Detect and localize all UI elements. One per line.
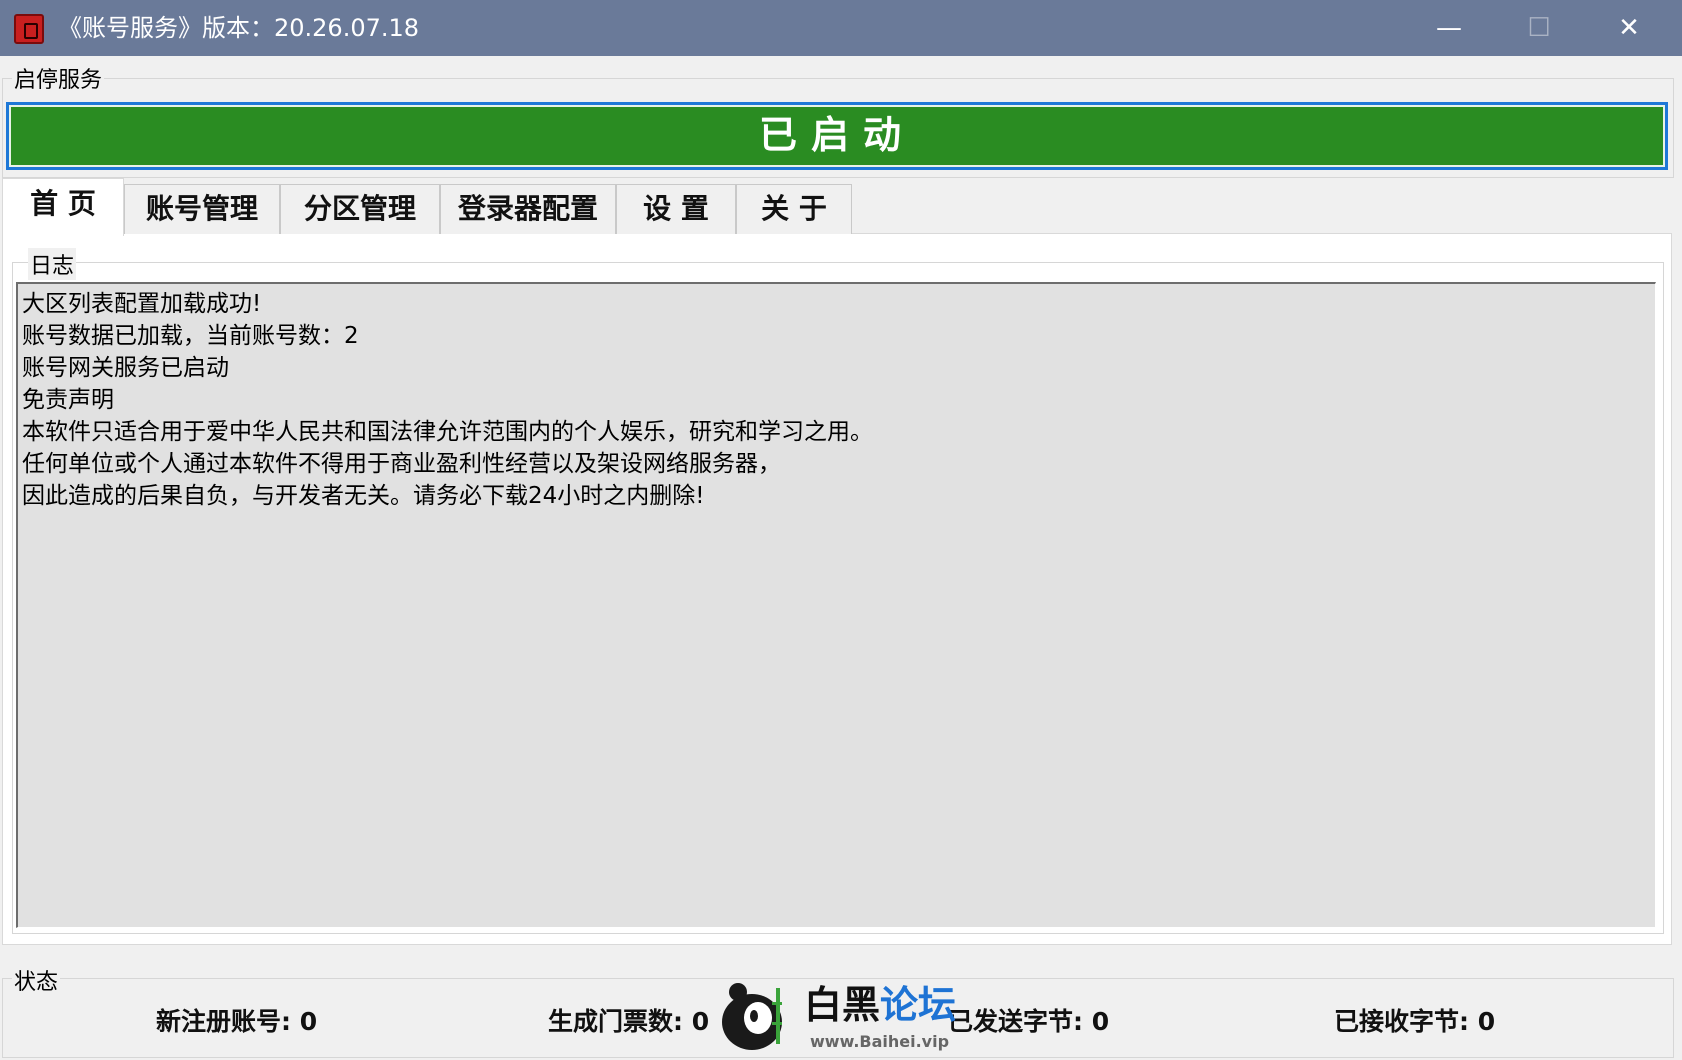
tab-launcher-config[interactable]: 登录器配置 — [440, 184, 616, 234]
tab-settings[interactable]: 设 置 — [616, 184, 736, 234]
log-line: 账号数据已加载，当前账号数：2 — [22, 323, 359, 349]
close-button[interactable]: ✕ — [1584, 0, 1674, 56]
log-line: 大区列表配置加载成功! — [22, 291, 262, 317]
watermark-title-black: 白黑 — [804, 983, 881, 1027]
log-line: 因此造成的后果自负，与开发者无关。请务必下载24小时之内删除! — [22, 483, 705, 509]
window-title: 《账号服务》版本：20.26.07.18 — [58, 14, 420, 42]
tab-account-management[interactable]: 账号管理 — [124, 184, 280, 234]
app-icon — [14, 14, 44, 44]
panda-logo-icon — [722, 983, 782, 1050]
new-accounts-count: 新注册账号: 0 — [156, 1007, 318, 1036]
title-bar: 《账号服务》版本：20.26.07.18 — ☐ ✕ — [0, 0, 1682, 56]
maximize-button[interactable]: ☐ — [1494, 0, 1584, 56]
bytes-received-count: 已接收字节: 0 — [1334, 1007, 1496, 1036]
tab-home[interactable]: 首 页 — [2, 178, 124, 236]
watermark-title-blue: 论坛 — [880, 983, 957, 1027]
status-group-label: 状态 — [12, 964, 61, 996]
log-line: 账号网关服务已启动 — [22, 355, 229, 381]
log-textarea[interactable]: 大区列表配置加载成功! 账号数据已加载，当前账号数：2 账号网关服务已启动 免责… — [16, 282, 1656, 928]
service-group-label: 启停服务 — [12, 62, 105, 94]
service-toggle-button[interactable]: 已启动 — [6, 102, 1668, 170]
log-line: 任何单位或个人通过本软件不得用于商业盈利性经营以及架设网络服务器， — [22, 451, 781, 477]
watermark-title: 白黑论坛 — [804, 974, 956, 1029]
log-group-label: 日志 — [28, 248, 77, 280]
tab-about[interactable]: 关 于 — [736, 184, 852, 234]
minimize-button[interactable]: — — [1404, 0, 1494, 56]
tab-zone-management[interactable]: 分区管理 — [280, 184, 440, 234]
tickets-count: 生成门票数: 0 — [548, 1007, 710, 1036]
log-line: 本软件只适合用于爱中华人民共和国法律允许范围内的个人娱乐，研究和学习之用。 — [22, 419, 873, 445]
forum-watermark: 白黑论坛 www.Baihei.vip — [718, 972, 978, 1058]
watermark-url: www.Baihei.vip — [810, 1032, 950, 1051]
log-line: 免责声明 — [22, 387, 114, 413]
